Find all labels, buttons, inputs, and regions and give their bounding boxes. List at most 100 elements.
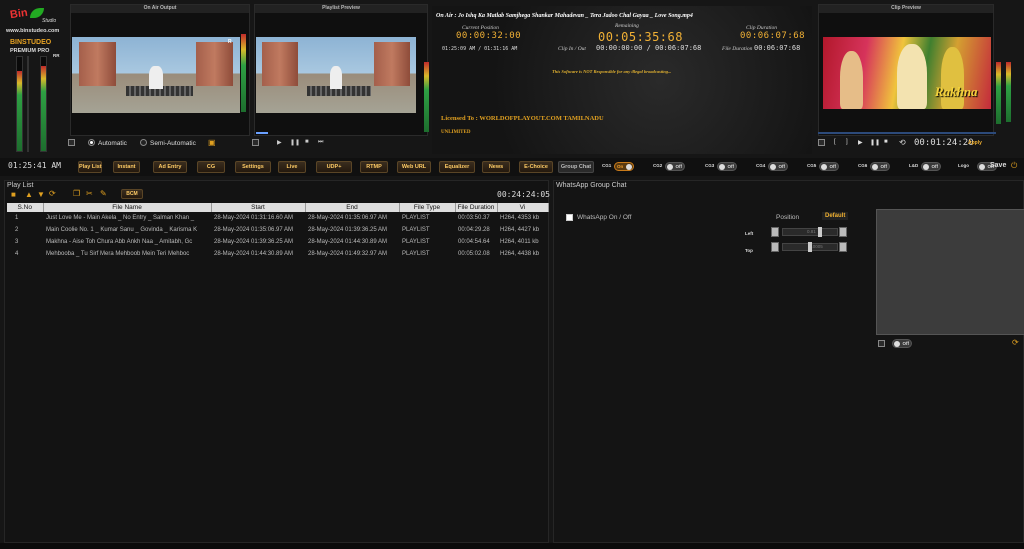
whatsapp-title: WhatsApp Group Chat <box>556 182 627 189</box>
toolbar-button-udp-[interactable]: UDP+ <box>316 161 352 173</box>
toggle-cg2[interactable]: Off <box>665 162 685 171</box>
clip-seek-bar[interactable] <box>818 132 996 134</box>
edit-icon[interactable]: ✎ <box>100 189 107 198</box>
toggle-cg5[interactable]: Off <box>819 162 839 171</box>
play-icon[interactable]: ▶ <box>277 139 282 146</box>
vu-divider <box>27 56 29 152</box>
toggle-state: Off <box>931 164 939 169</box>
apply-button[interactable]: Apply <box>968 140 982 146</box>
toolbar-button-live[interactable]: Live <box>278 161 306 173</box>
whatsapp-toggle-checkbox[interactable] <box>566 214 573 221</box>
preview-checkbox[interactable] <box>252 139 259 146</box>
toolbar-button-settings[interactable]: Settings <box>235 161 271 173</box>
left-thumb[interactable] <box>818 227 822 237</box>
left-increase[interactable] <box>839 227 847 237</box>
column-header[interactable]: Vi <box>497 203 549 212</box>
refresh-icon[interactable]: ⟳ <box>49 189 56 198</box>
table-row[interactable]: 3 Makhna - Aise Toh Chura Abb Ankh Naa _ … <box>7 236 548 248</box>
preview-title: Playlist Preview <box>255 5 427 13</box>
copy-icon[interactable]: ❐ <box>73 189 80 198</box>
automatic-radio[interactable] <box>88 139 95 146</box>
toolbar-button-play-list[interactable]: Play List <box>78 161 102 173</box>
left-slider[interactable]: 0.81 <box>782 227 838 237</box>
pause-icon[interactable]: ❚❚ <box>290 139 300 146</box>
toolbar-button-rtmp[interactable]: RTMP <box>360 161 388 173</box>
move-down-icon[interactable]: ▼ <box>37 190 45 199</box>
toggle-cg6[interactable]: Off <box>870 162 890 171</box>
leaf-icon <box>30 8 44 18</box>
clip-video: Rakhna <box>823 37 991 109</box>
file-duration-label: File Duration <box>722 46 753 52</box>
column-header[interactable]: S.No <box>7 203 44 212</box>
cut-icon[interactable]: ✂ <box>86 189 93 198</box>
clip-pause-icon[interactable]: ❚❚ <box>870 139 880 146</box>
loop-icon[interactable]: ⟲ <box>899 138 906 147</box>
column-header[interactable]: End <box>305 203 400 212</box>
toolbar-button-ad-entry[interactable]: Ad Entry <box>153 161 187 173</box>
table-row[interactable]: 1 Just Love Me - Main Akela _ No Entry _ … <box>7 212 548 224</box>
scene-tower-left <box>262 41 298 86</box>
top-increase[interactable] <box>839 242 847 252</box>
on-air-checkbox[interactable] <box>68 139 75 146</box>
clip-stop-icon[interactable]: ■ <box>884 139 888 145</box>
whatsapp-preview-checkbox[interactable] <box>878 340 885 347</box>
column-header[interactable]: File Name <box>43 203 212 212</box>
table-row[interactable]: 2 Main Coolie No. 1 _ Kumar Sanu _ Govind… <box>7 224 548 236</box>
top-decrease[interactable] <box>771 242 779 252</box>
scene-tower-left <box>78 41 116 86</box>
clip-title: Clip Preview <box>819 5 993 13</box>
table-cell: 28-May-2024 01:39:36.25 AM <box>308 227 388 233</box>
toolbar-button-web-url[interactable]: Web URL <box>397 161 431 173</box>
refresh-icon[interactable]: ⟳ <box>1012 338 1019 347</box>
toggle-l-d[interactable]: Off <box>921 162 941 171</box>
table-cell: Mehbooba _ Tu Sirf Mera Mehboob Mein Ter… <box>46 251 190 257</box>
automatic-label: Automatic <box>98 140 127 147</box>
save-button[interactable]: Save <box>990 162 1006 169</box>
left-decrease[interactable] <box>771 227 779 237</box>
clip-checkbox[interactable] <box>818 139 825 146</box>
top-thumb[interactable] <box>808 242 812 252</box>
next-icon[interactable]: ⏭ <box>318 139 323 146</box>
preview-seek-bar[interactable] <box>256 132 268 134</box>
toggle-cg1[interactable]: On <box>614 162 634 171</box>
table-cell: Just Love Me - Main Akela _ No Entry _ S… <box>46 215 195 221</box>
toolbar-button-news[interactable]: News <box>482 161 510 173</box>
move-up-icon[interactable]: ▲ <box>25 190 33 199</box>
column-header[interactable]: File Duration <box>455 203 498 212</box>
default-button[interactable]: Default <box>822 212 849 220</box>
clip-inout-label: Clip In / Out <box>558 46 586 52</box>
on-air-panel: On Air Output R <box>70 4 250 136</box>
table-cell: H264, 4427 kb <box>500 227 540 233</box>
vu-label: RR <box>53 53 60 58</box>
bcm-button[interactable]: BCM <box>121 189 143 199</box>
mark-in-icon[interactable]: [ <box>834 139 836 145</box>
power-icon[interactable]: ⏻ <box>1011 161 1017 171</box>
table-cell: 28-May-2024 01:44:30.89 AM <box>214 251 294 257</box>
file-duration-value: 00:06:07:68 <box>754 44 801 52</box>
toggle-cg3[interactable]: Off <box>717 162 737 171</box>
snapshot-icon[interactable]: ▣ <box>208 138 216 147</box>
toolbar-button-e-choice[interactable]: E-Choice <box>519 161 553 173</box>
table-cell: 4 <box>15 251 19 257</box>
toolbar-button-equalizer[interactable]: Equalizer <box>439 161 475 173</box>
top-slider[interactable]: 0.0005 <box>782 242 838 252</box>
column-header[interactable]: Start <box>211 203 306 212</box>
clip-play-icon[interactable]: ▶ <box>858 139 863 146</box>
position-label: Position <box>776 214 800 221</box>
stop-icon[interactable]: ■ <box>305 139 309 145</box>
toolbar-button-group-chat[interactable]: Group Chat <box>558 161 594 173</box>
mark-out-icon[interactable]: ] <box>846 139 848 145</box>
scene-figure <box>149 65 163 89</box>
toggle-label-l-d: L&D <box>909 163 919 168</box>
toolbar-button-cg[interactable]: CG <box>197 161 225 173</box>
toggle-state: Off <box>829 164 837 169</box>
table-row[interactable]: 4 Mehbooba _ Tu Sirf Mera Mehboob Mein Te… <box>7 248 548 260</box>
table-cell: PLAYLIST <box>402 215 430 221</box>
toggle-cg4[interactable]: Off <box>768 162 788 171</box>
column-header[interactable]: File Type <box>399 203 456 212</box>
open-folder-icon[interactable]: ■ <box>11 190 16 199</box>
toolbar-button-instant[interactable]: Instant <box>113 161 140 173</box>
semi-automatic-radio[interactable] <box>140 139 147 146</box>
logo-sub: Studio <box>42 18 57 24</box>
whatsapp-preview-toggle[interactable]: Off <box>892 339 912 348</box>
